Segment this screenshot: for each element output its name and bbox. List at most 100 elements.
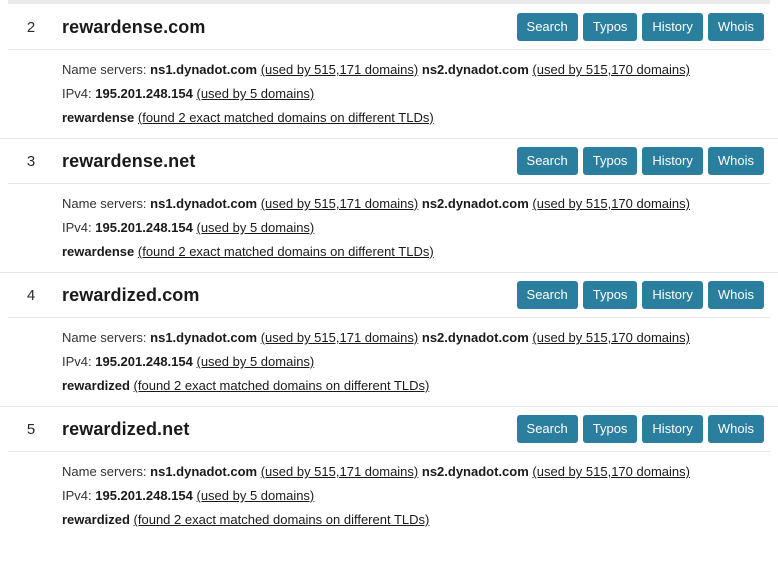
whois-button[interactable]: Whois	[707, 415, 764, 443]
name-server-1-usage-link[interactable]: (used by 515,171 domains)	[261, 464, 419, 479]
domain-result-row: 3 rewardense.net Search Typos History Wh…	[0, 139, 778, 273]
result-row-header: 5 rewardized.net Search Typos History Wh…	[0, 407, 778, 451]
domain-tld: .com	[157, 285, 200, 305]
name-servers-label: Name servers:	[62, 330, 147, 345]
typos-button[interactable]: Typos	[582, 281, 638, 309]
keyword-text: rewardense	[62, 244, 135, 259]
row-action-buttons: Search Typos History Whois	[516, 147, 764, 175]
domain-sld: rewardense	[62, 151, 164, 171]
name-server-2-usage-link[interactable]: (used by 515,170 domains)	[532, 464, 690, 479]
result-rank: 5	[26, 420, 36, 438]
detail-panel-bottom-band	[8, 0, 770, 4]
name-servers-line: Name servers: ns1.dynadot.com (used by 5…	[62, 331, 778, 344]
history-button[interactable]: History	[642, 13, 703, 41]
row-action-buttons: Search Typos History Whois	[516, 415, 764, 443]
ipv4-line: IPv4: 195.201.248.154 (used by 5 domains…	[62, 87, 778, 100]
ipv4-line: IPv4: 195.201.248.154 (used by 5 domains…	[62, 221, 778, 234]
ipv4-label: IPv4:	[62, 488, 92, 503]
ipv4-label: IPv4:	[62, 354, 92, 369]
search-button[interactable]: Search	[516, 147, 578, 175]
ipv4-line: IPv4: 195.201.248.154 (used by 5 domains…	[62, 355, 778, 368]
keyword-matches-link[interactable]: (found 2 exact matched domains on differ…	[134, 512, 430, 527]
keyword-line: rewardense (found 2 exact matched domain…	[62, 245, 778, 258]
result-rank: 3	[26, 152, 36, 170]
name-server-2-usage-link[interactable]: (used by 515,170 domains)	[532, 196, 690, 211]
result-row-header: 3 rewardense.net Search Typos History Wh…	[0, 139, 778, 183]
name-servers-line: Name servers: ns1.dynadot.com (used by 5…	[62, 465, 778, 478]
result-details: Name servers: ns1.dynadot.com (used by 5…	[0, 50, 778, 138]
name-server-1-usage-link[interactable]: (used by 515,171 domains)	[261, 330, 419, 345]
ipv4-label: IPv4:	[62, 86, 92, 101]
name-server-1: ns1.dynadot.com	[150, 464, 258, 479]
history-button[interactable]: History	[642, 281, 703, 309]
name-server-2-usage-link[interactable]: (used by 515,170 domains)	[532, 62, 690, 77]
domain-sld: rewardense	[62, 17, 164, 37]
domain-name[interactable]: rewardense.net	[62, 152, 195, 170]
name-server-1-usage-link[interactable]: (used by 515,171 domains)	[261, 62, 419, 77]
domain-name[interactable]: rewardized.com	[62, 286, 199, 304]
keyword-line: rewardized (found 2 exact matched domain…	[62, 379, 778, 392]
ipv4-address: 195.201.248.154	[95, 354, 193, 369]
domain-result-row: 2 rewardense.com Search Typos History Wh…	[0, 5, 778, 139]
history-button[interactable]: History	[642, 147, 703, 175]
name-servers-label: Name servers:	[62, 196, 147, 211]
name-servers-label: Name servers:	[62, 464, 147, 479]
result-row-header: 4 rewardized.com Search Typos History Wh…	[0, 273, 778, 317]
ipv4-usage-link[interactable]: (used by 5 domains)	[196, 488, 314, 503]
domain-name[interactable]: rewardense.com	[62, 18, 205, 36]
whois-button[interactable]: Whois	[707, 147, 764, 175]
ipv4-line: IPv4: 195.201.248.154 (used by 5 domains…	[62, 489, 778, 502]
whois-button[interactable]: Whois	[707, 281, 764, 309]
name-server-2-usage-link[interactable]: (used by 515,170 domains)	[532, 330, 690, 345]
result-details: Name servers: ns1.dynadot.com (used by 5…	[0, 452, 778, 540]
domain-results-list: 2 rewardense.com Search Typos History Wh…	[0, 5, 778, 540]
typos-button[interactable]: Typos	[582, 13, 638, 41]
ipv4-address: 195.201.248.154	[95, 220, 193, 235]
ipv4-usage-link[interactable]: (used by 5 domains)	[196, 86, 314, 101]
ipv4-address: 195.201.248.154	[95, 86, 193, 101]
name-server-1: ns1.dynadot.com	[150, 196, 258, 211]
name-servers-line: Name servers: ns1.dynadot.com (used by 5…	[62, 197, 778, 210]
keyword-matches-link[interactable]: (found 2 exact matched domains on differ…	[134, 378, 430, 393]
search-button[interactable]: Search	[516, 13, 578, 41]
name-server-2: ns2.dynadot.com	[421, 196, 529, 211]
ipv4-usage-link[interactable]: (used by 5 domains)	[196, 220, 314, 235]
domain-name[interactable]: rewardized.net	[62, 420, 189, 438]
typos-button[interactable]: Typos	[582, 415, 638, 443]
whois-button[interactable]: Whois	[707, 13, 764, 41]
name-server-2: ns2.dynadot.com	[421, 464, 529, 479]
domain-tld: .net	[163, 151, 196, 171]
name-servers-label: Name servers:	[62, 62, 147, 77]
typos-button[interactable]: Typos	[582, 147, 638, 175]
result-details: Name servers: ns1.dynadot.com (used by 5…	[0, 318, 778, 406]
keyword-text: rewardized	[62, 378, 130, 393]
keyword-matches-link[interactable]: (found 2 exact matched domains on differ…	[138, 110, 434, 125]
keyword-text: rewardized	[62, 512, 130, 527]
domain-result-row: 4 rewardized.com Search Typos History Wh…	[0, 273, 778, 407]
name-server-1: ns1.dynadot.com	[150, 330, 258, 345]
row-action-buttons: Search Typos History Whois	[516, 13, 764, 41]
keyword-matches-link[interactable]: (found 2 exact matched domains on differ…	[138, 244, 434, 259]
name-servers-line: Name servers: ns1.dynadot.com (used by 5…	[62, 63, 778, 76]
result-rank: 4	[26, 286, 36, 304]
keyword-line: rewardense (found 2 exact matched domain…	[62, 111, 778, 124]
result-details: Name servers: ns1.dynadot.com (used by 5…	[0, 184, 778, 272]
keyword-text: rewardense	[62, 110, 135, 125]
search-button[interactable]: Search	[516, 415, 578, 443]
ipv4-label: IPv4:	[62, 220, 92, 235]
name-server-1: ns1.dynadot.com	[150, 62, 258, 77]
search-button[interactable]: Search	[516, 281, 578, 309]
name-server-1-usage-link[interactable]: (used by 515,171 domains)	[261, 196, 419, 211]
keyword-line: rewardized (found 2 exact matched domain…	[62, 513, 778, 526]
ipv4-usage-link[interactable]: (used by 5 domains)	[196, 354, 314, 369]
domain-result-row: 5 rewardized.net Search Typos History Wh…	[0, 407, 778, 540]
result-row-header: 2 rewardense.com Search Typos History Wh…	[0, 5, 778, 49]
result-rank: 2	[26, 18, 36, 36]
domain-tld: .com	[163, 17, 206, 37]
domain-sld: rewardized	[62, 419, 158, 439]
ipv4-address: 195.201.248.154	[95, 488, 193, 503]
history-button[interactable]: History	[642, 415, 703, 443]
name-server-2: ns2.dynadot.com	[421, 62, 529, 77]
domain-sld: rewardized	[62, 285, 158, 305]
name-server-2: ns2.dynadot.com	[421, 330, 529, 345]
